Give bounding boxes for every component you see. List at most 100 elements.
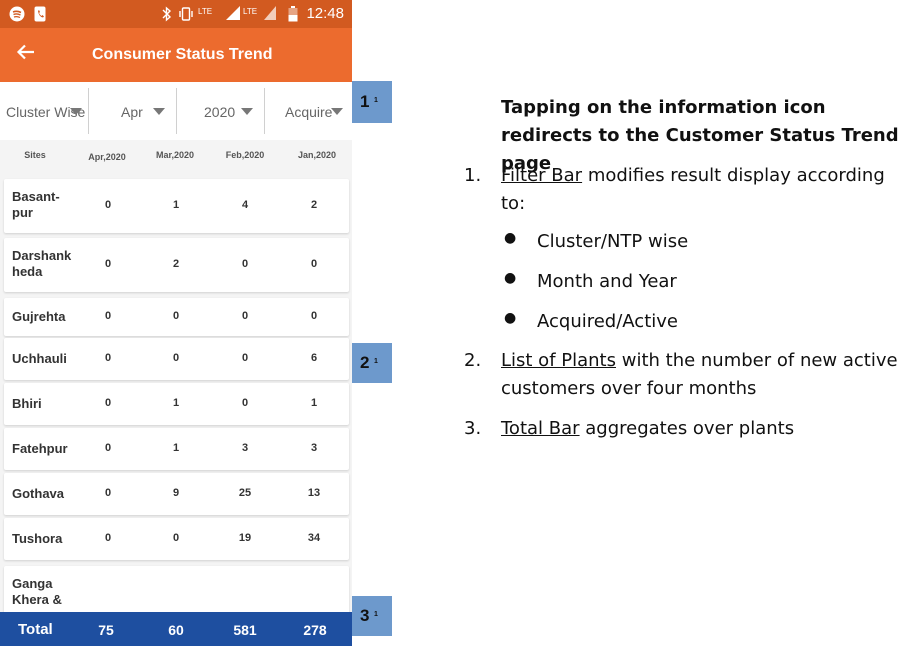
bullet-icon: ● bbox=[504, 270, 517, 286]
chevron-down-icon bbox=[153, 108, 165, 115]
callout-marker-3: 3 1 bbox=[352, 596, 392, 636]
vibrate-icon bbox=[178, 6, 194, 26]
cell-value: 4 bbox=[241, 199, 249, 211]
year-filter-value: 2020 bbox=[204, 104, 236, 120]
table-row[interactable]: Basant- pur 0 1 4 2 bbox=[4, 179, 349, 233]
cell-value: 0 bbox=[104, 352, 112, 364]
lte-call-label: LTE bbox=[198, 7, 213, 16]
cell-value: 1 bbox=[172, 442, 180, 454]
header-jan: Jan,2020 bbox=[297, 150, 337, 160]
marker-number: 3 bbox=[360, 606, 370, 625]
item-number: 2. bbox=[464, 350, 482, 371]
cell-value: 19 bbox=[238, 532, 252, 544]
cell-value: 6 bbox=[310, 352, 318, 364]
item-link: Filter Bar bbox=[501, 165, 583, 186]
bullet-icon: ● bbox=[504, 230, 517, 246]
bullet-icon: ● bbox=[504, 310, 517, 326]
lte-label: LTE bbox=[243, 7, 258, 16]
cell-value: 3 bbox=[310, 442, 318, 454]
marker-sup: 1 bbox=[374, 611, 378, 618]
cell-value: 0 bbox=[104, 258, 112, 270]
total-label: Total bbox=[18, 621, 53, 638]
cell-value: 0 bbox=[241, 352, 249, 364]
bullet-text: Month and Year bbox=[537, 271, 677, 292]
filter-bar: Cluster Wise Apr 2020 Acquire bbox=[0, 82, 352, 140]
back-arrow-icon[interactable] bbox=[16, 42, 36, 67]
total-bar: Total 75 60 581 278 bbox=[0, 612, 352, 646]
cell-value: 0 bbox=[104, 532, 112, 544]
chevron-down-icon bbox=[241, 108, 253, 115]
lte-call-icon: LTE bbox=[198, 4, 212, 20]
site-name: Uchhauli bbox=[12, 351, 67, 366]
cell-value: 9 bbox=[172, 487, 180, 499]
table-row[interactable]: Fatehpur 0 1 3 3 bbox=[4, 428, 349, 470]
chevron-down-icon bbox=[331, 108, 343, 115]
status-time: 12:48 bbox=[306, 5, 344, 22]
table-row[interactable]: Tushora 0 0 19 34 bbox=[4, 518, 349, 560]
marker-number: 1 bbox=[360, 92, 370, 111]
table-row[interactable]: Uchhauli 0 0 0 6 bbox=[4, 338, 349, 380]
table-header: Sites Apr,2020 Mar,2020 Feb,2020 Jan,202… bbox=[0, 140, 352, 176]
site-name: Fatehpur bbox=[12, 441, 68, 456]
cell-value: 0 bbox=[310, 258, 318, 270]
total-jan: 278 bbox=[303, 622, 327, 638]
cell-value: 0 bbox=[104, 199, 112, 211]
cell-value: 3 bbox=[241, 442, 249, 454]
lte-icon: LTE bbox=[243, 4, 257, 20]
month-filter-dropdown[interactable]: Apr bbox=[89, 82, 176, 140]
marker-number: 2 bbox=[360, 353, 370, 372]
item-text: List of Plants with the number of new ac… bbox=[501, 347, 900, 403]
month-filter-value: Apr bbox=[121, 104, 143, 120]
cell-value: 0 bbox=[104, 310, 112, 322]
phone-screen: LTE LTE 12:48 Consumer Status Trend Clus… bbox=[0, 0, 352, 646]
cell-value: 0 bbox=[241, 397, 249, 409]
site-name: Bhiri bbox=[12, 396, 42, 411]
site-name: Tushora bbox=[12, 531, 63, 546]
cell-value: 0 bbox=[104, 487, 112, 499]
item-number: 1. bbox=[464, 165, 482, 186]
item-rest: aggregates over plants bbox=[579, 418, 795, 439]
cell-value: 34 bbox=[307, 532, 321, 544]
site-name: Gujrehta bbox=[12, 309, 66, 324]
cell-value: 0 bbox=[104, 442, 112, 454]
cell-value: 13 bbox=[307, 487, 321, 499]
header-mar: Mar,2020 bbox=[155, 150, 195, 160]
site-name: Basant- pur bbox=[12, 189, 60, 220]
table-row[interactable]: Gothava 0 9 25 13 bbox=[4, 473, 349, 515]
bullet-text: Cluster/NTP wise bbox=[537, 231, 689, 252]
table-row[interactable]: Ganga Khera & bbox=[4, 566, 349, 616]
cell-value: 0 bbox=[172, 352, 180, 364]
site-name: Ganga Khera & bbox=[12, 576, 62, 607]
cell-value: 1 bbox=[172, 397, 180, 409]
cell-value: 25 bbox=[238, 487, 252, 499]
header-feb: Feb,2020 bbox=[225, 150, 265, 160]
total-apr: 75 bbox=[98, 622, 114, 638]
item-number: 3. bbox=[464, 418, 482, 439]
cell-value: 2 bbox=[172, 258, 180, 270]
chevron-down-icon bbox=[70, 108, 82, 115]
marker-sup: 1 bbox=[374, 358, 378, 365]
cell-value: 0 bbox=[241, 258, 249, 270]
table-row[interactable]: Darshank heda 0 2 0 0 bbox=[4, 238, 349, 292]
callout-marker-2: 2 1 bbox=[352, 343, 392, 383]
app-bar: Consumer Status Trend bbox=[0, 28, 352, 82]
bullet-text: Acquired/Active bbox=[537, 311, 678, 332]
status-filter-value: Acquire bbox=[285, 104, 333, 120]
cell-value: 0 bbox=[172, 532, 180, 544]
signal-icon-2 bbox=[264, 6, 276, 24]
item-link: Total Bar bbox=[501, 418, 580, 439]
battery-icon bbox=[288, 6, 298, 26]
cell-value: 0 bbox=[104, 397, 112, 409]
status-filter-dropdown[interactable]: Acquire bbox=[265, 82, 352, 140]
cluster-filter-dropdown[interactable]: Cluster Wise bbox=[0, 82, 88, 140]
year-filter-dropdown[interactable]: 2020 bbox=[177, 82, 264, 140]
table-row[interactable]: Gujrehta 0 0 0 0 bbox=[4, 298, 349, 336]
table-row[interactable]: Bhiri 0 1 0 1 bbox=[4, 383, 349, 425]
site-name: Gothava bbox=[12, 486, 65, 501]
header-apr: Apr,2020 bbox=[88, 152, 126, 162]
cell-value: 2 bbox=[310, 199, 318, 211]
status-bar: LTE LTE 12:48 bbox=[0, 0, 352, 28]
cell-value: 0 bbox=[172, 310, 180, 322]
item-text: Filter Bar modifies result display accor… bbox=[501, 162, 900, 218]
page-title: Consumer Status Trend bbox=[92, 46, 273, 63]
